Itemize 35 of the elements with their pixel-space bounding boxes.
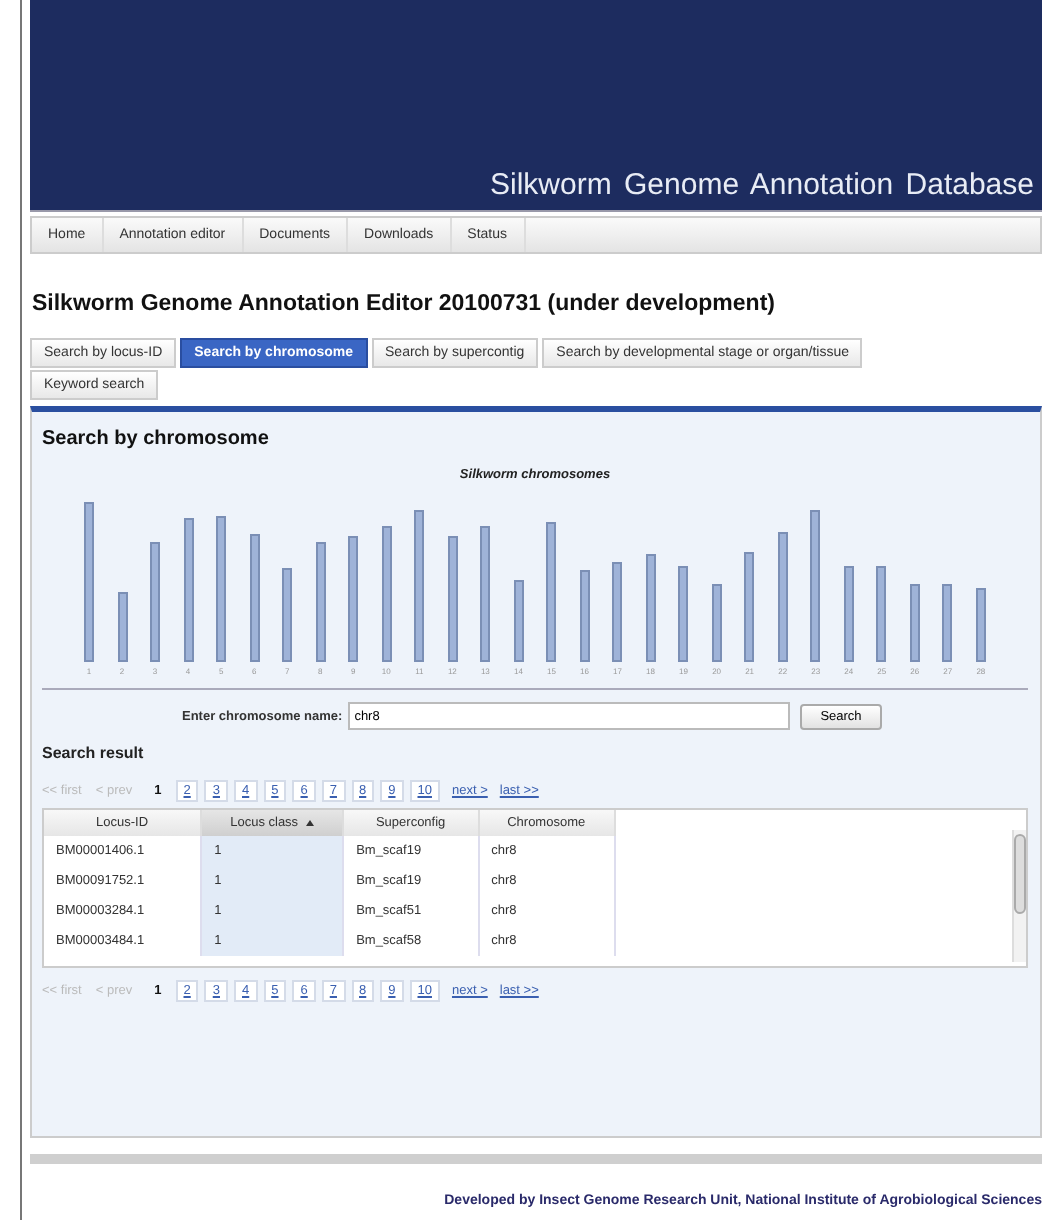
chromosome-bar[interactable]	[414, 510, 425, 662]
scroll-thumb[interactable]	[1014, 834, 1026, 914]
chromosome-bar[interactable]	[381, 526, 392, 662]
chromosome-bar[interactable]	[150, 542, 161, 662]
chromosome-bar[interactable]	[975, 588, 986, 662]
chromosome-bar[interactable]	[711, 584, 722, 662]
chromosome-bar[interactable]	[942, 584, 953, 662]
chromosome-bar[interactable]	[744, 552, 755, 662]
section-title: Search by chromosome	[42, 428, 271, 450]
chromosome-bar[interactable]	[84, 502, 94, 662]
chromosome-bar[interactable]	[183, 518, 194, 662]
chromosome-bar[interactable]	[546, 522, 557, 662]
chromosome-bar[interactable]	[579, 570, 590, 662]
scrollbar[interactable]	[1012, 830, 1026, 962]
chromosome-bar[interactable]	[282, 568, 293, 662]
chromosome-bar[interactable]	[348, 536, 359, 662]
chromosome-bar[interactable]	[249, 534, 260, 662]
chromosome-bar[interactable]	[216, 516, 227, 662]
chromosome-bar[interactable]	[612, 562, 623, 662]
chromosome-bar[interactable]	[117, 592, 128, 662]
chromosome-bar[interactable]	[645, 554, 656, 662]
result-heading: Search result	[42, 744, 146, 762]
chromosome-bar[interactable]	[315, 542, 326, 662]
chromosome-bar[interactable]	[678, 566, 689, 662]
chromosome-bar[interactable]	[843, 566, 854, 662]
chromosome-bar[interactable]	[513, 580, 524, 662]
sort-ascending-icon	[306, 819, 315, 826]
chromosome-bar[interactable]	[909, 584, 920, 662]
chromosome-bar[interactable]	[810, 510, 821, 662]
chromosome-bar[interactable]	[777, 532, 788, 662]
chromosome-bar[interactable]	[480, 526, 491, 662]
site-title: Silkworm Genome Annotation Database	[490, 168, 1034, 202]
chromosome-bar[interactable]	[876, 566, 887, 662]
page-heading: Silkworm Genome Annotation Editor 20100731 (under development)	[32, 292, 777, 316]
chromosome-bar[interactable]	[447, 536, 458, 662]
